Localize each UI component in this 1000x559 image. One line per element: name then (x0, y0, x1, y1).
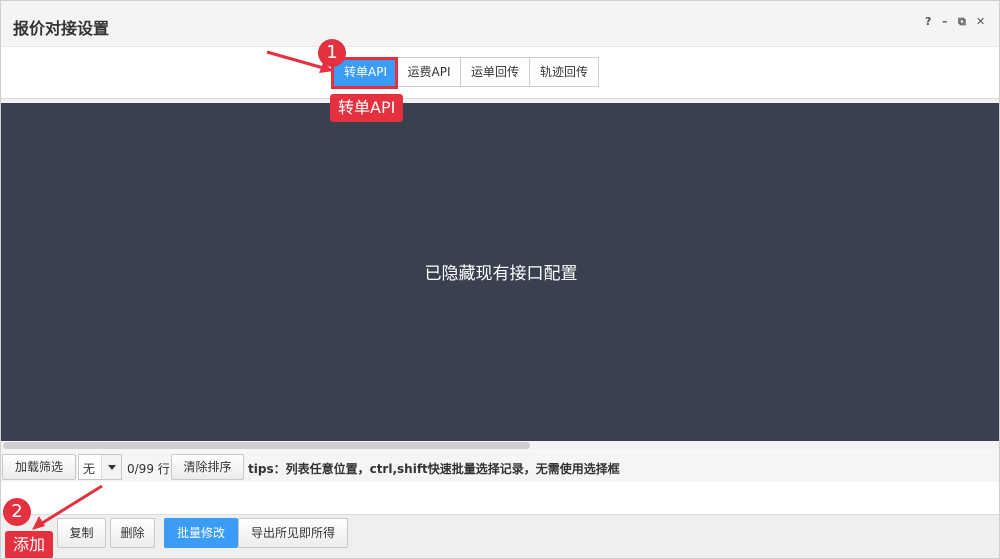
annotation-marker-1: 1 (318, 39, 346, 67)
scrollbar-thumb[interactable] (3, 442, 530, 449)
close-icon[interactable]: ✕ (976, 15, 985, 29)
delete-button[interactable]: 删除 (110, 518, 155, 548)
tips-text: tips：列表任意位置，ctrl,shift快速批量选择记录，无需使用选择框 (248, 462, 620, 476)
annotation-label-2: 添加 (5, 531, 54, 558)
popout-icon[interactable]: ⧉ (958, 15, 966, 29)
overlay-message: 已隐藏现有接口配置 (424, 264, 578, 284)
tab-track-return[interactable]: 轨迹回传 (529, 57, 599, 87)
hidden-config-overlay: 已隐藏现有接口配置 (1, 103, 999, 441)
help-icon[interactable]: ? (925, 15, 931, 29)
horizontal-scrollbar[interactable] (1, 441, 999, 450)
dialog-title: 报价对接设置 (13, 19, 110, 38)
load-filter-button[interactable]: 加载筛选 (2, 454, 76, 480)
annotation-marker-2: 2 (3, 498, 31, 526)
empty-area (1, 482, 999, 514)
minimize-icon[interactable]: – (942, 15, 948, 29)
batch-edit-button[interactable]: 批量修改 (164, 518, 238, 548)
filter-select-value: 无 (83, 462, 96, 476)
settings-dialog: 报价对接设置 ? – ⧉ ✕ 转单API 运费API 运单回传 轨迹回传 已隐藏… (0, 0, 1000, 559)
title-bar: 报价对接设置 ? – ⧉ ✕ (1, 1, 999, 47)
copy-button[interactable]: 复制 (57, 518, 106, 548)
export-button[interactable]: 导出所见即所得 (238, 518, 348, 548)
tab-bar: 转单API 运费API 运单回传 轨迹回传 (1, 47, 999, 99)
tab-waybill-return[interactable]: 运单回传 (460, 57, 530, 87)
chevron-down-icon[interactable] (101, 455, 121, 479)
tab-transfer-api[interactable]: 转单API (334, 57, 397, 87)
filter-select[interactable]: 无 (78, 454, 122, 480)
clear-sort-button[interactable]: 清除排序 (171, 454, 244, 480)
row-count: 0/99 行 (127, 462, 170, 476)
tab-freight-api[interactable]: 运费API (397, 57, 461, 87)
annotation-label-1: 转单API (330, 94, 404, 122)
